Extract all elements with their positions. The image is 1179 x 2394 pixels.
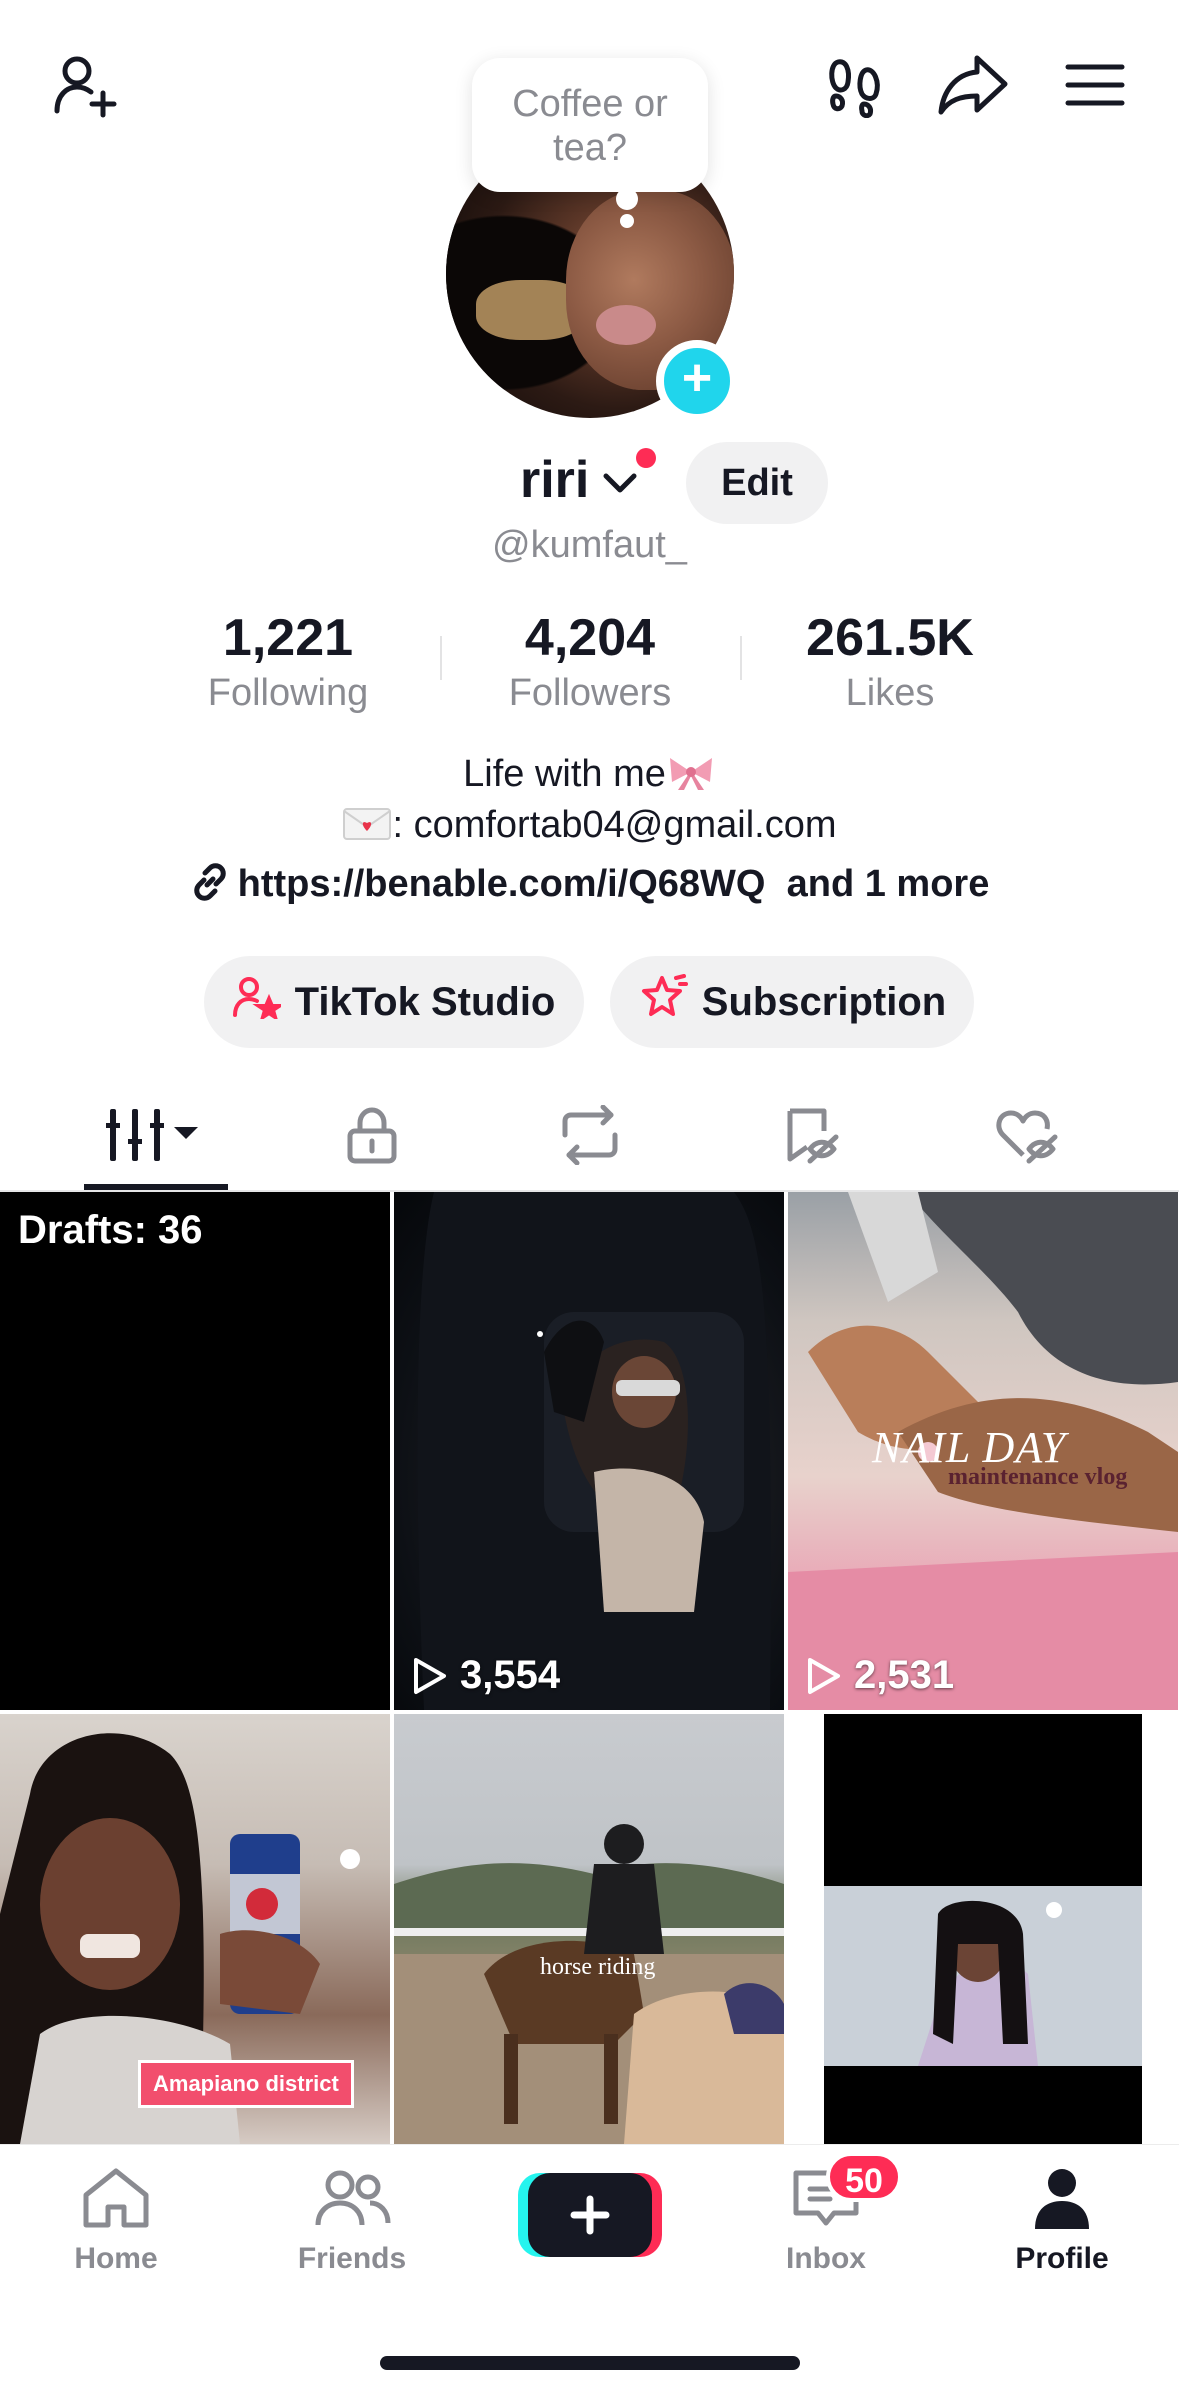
video-tile[interactable]: [788, 1714, 1178, 2144]
active-tab-indicator: [84, 1184, 228, 1190]
video-caption: Amapiano district: [138, 2060, 354, 2108]
creator-star-icon: [232, 975, 286, 1029]
nav-inbox-label: Inbox: [786, 2242, 866, 2275]
nav-friends[interactable]: Friends: [272, 2165, 432, 2276]
tiktok-studio-label: TikTok Studio: [294, 979, 556, 1024]
add-story-plus-icon[interactable]: +: [656, 340, 738, 422]
home-icon: [83, 2168, 149, 2228]
view-count-text: 3,554: [460, 1653, 561, 1697]
menu-icon[interactable]: [1050, 40, 1140, 130]
profile-icon: [1035, 2169, 1089, 2229]
play-icon: [808, 1657, 840, 1694]
stat-following[interactable]: 1,221 Following: [138, 606, 438, 716]
bio-link-more[interactable]: and 1 more: [787, 863, 990, 905]
video-thumbnail-portrait: [824, 1714, 1142, 2144]
inbox-badge: 50: [826, 2152, 902, 2202]
followers-label: Followers: [508, 672, 672, 714]
link-icon: [190, 862, 230, 912]
chevron-down-icon[interactable]: [600, 462, 640, 502]
profile-handle: @kumfaut_: [492, 524, 687, 566]
add-friend-icon[interactable]: [40, 40, 130, 130]
bio-link-row[interactable]: https://benable.com/i/Q68WQ and 1 more: [0, 862, 1179, 912]
video-tile[interactable]: horse riding: [394, 1714, 784, 2144]
followers-count: 4,204: [524, 609, 656, 667]
likes-label: Likes: [845, 672, 935, 714]
avatar-lips: [596, 305, 656, 345]
love-letter-icon: [342, 807, 392, 841]
drafts-label: Drafts: 36: [18, 1208, 203, 1252]
nail-day-subtitle: maintenance vlog: [948, 1464, 1128, 1490]
subscription-button[interactable]: Subscription: [610, 956, 974, 1048]
play-icon: [414, 1657, 446, 1694]
following-label: Following: [207, 672, 369, 714]
tab-reposts[interactable]: [520, 1080, 660, 1190]
profile-tabs: [0, 1080, 1179, 1192]
notification-dot: [636, 448, 656, 468]
video-tile[interactable]: NAIL DAY maintenance vlog 2,531: [788, 1192, 1178, 1710]
edit-profile-button[interactable]: Edit: [686, 442, 828, 524]
nav-profile-label: Profile: [1015, 2242, 1109, 2275]
profile-name[interactable]: riri: [520, 450, 589, 510]
create-button[interactable]: [528, 2173, 652, 2257]
video-tile[interactable]: 3,554: [394, 1192, 784, 1710]
video-caption: horse riding: [540, 1954, 656, 1980]
video-thumbnail-car: [417, 1192, 771, 1710]
nav-friends-label: Friends: [297, 2242, 407, 2275]
drafts-tile[interactable]: Drafts: 36: [0, 1192, 390, 1710]
bubble-tail-dot: [620, 214, 634, 228]
view-count-text: 2,531: [854, 1653, 955, 1697]
subscription-star-icon: [638, 974, 688, 1030]
video-tile[interactable]: Amapiano district: [0, 1714, 390, 2144]
tab-favorites[interactable]: [740, 1080, 880, 1190]
subscription-label: Subscription: [701, 979, 947, 1024]
footprint-icon[interactable]: [810, 40, 900, 130]
nav-profile[interactable]: Profile: [982, 2165, 1142, 2276]
home-indicator: [380, 2356, 800, 2370]
plus-icon: [570, 2195, 610, 2235]
video-thumbnail-horse: [394, 1824, 784, 2144]
friends-icon: [315, 2170, 391, 2226]
bio-line-1: Life with me: [0, 752, 1179, 796]
following-count: 1,221: [222, 609, 354, 667]
view-count: 2,531: [806, 1653, 954, 1698]
nav-home[interactable]: Home: [36, 2165, 196, 2276]
tab-liked[interactable]: [956, 1080, 1096, 1190]
note-bubble-text: Coffee or tea?: [512, 83, 668, 169]
bio-line-2: : comfortab04@gmail.com: [0, 804, 1179, 847]
tiktok-studio-button[interactable]: TikTok Studio: [204, 956, 584, 1048]
stat-likes[interactable]: 261.5K Likes: [740, 606, 1040, 716]
bio-text: Life with me: [463, 753, 666, 795]
bio-link[interactable]: https://benable.com/i/Q68WQ: [238, 863, 766, 905]
share-icon[interactable]: [928, 40, 1018, 130]
bow-icon: [666, 752, 716, 792]
tab-private[interactable]: [302, 1080, 442, 1190]
likes-count: 261.5K: [806, 609, 974, 667]
stat-followers[interactable]: 4,204 Followers: [440, 606, 740, 716]
note-bubble[interactable]: Coffee or tea?: [472, 58, 708, 192]
bio-email: : comfortab04@gmail.com: [392, 804, 837, 846]
tab-videos[interactable]: [84, 1080, 224, 1190]
nav-home-label: Home: [74, 2242, 158, 2275]
view-count: 3,554: [412, 1653, 560, 1698]
bubble-tail: [616, 188, 638, 210]
